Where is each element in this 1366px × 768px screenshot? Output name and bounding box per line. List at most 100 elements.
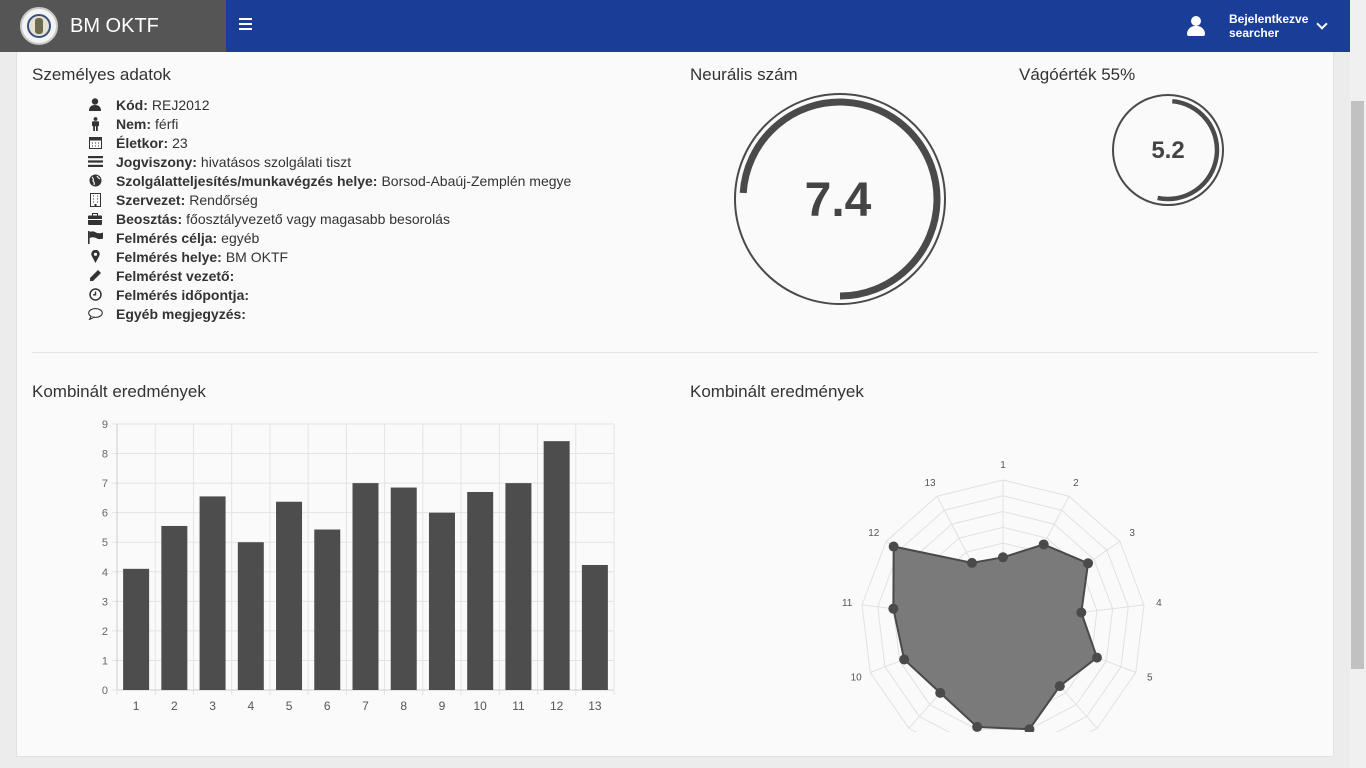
y-tick-label: 4: [102, 567, 108, 579]
bar[interactable]: [543, 441, 570, 690]
list-item: Felmérés időpontja:: [87, 285, 571, 304]
x-tick-label: 10: [474, 699, 488, 713]
user-icon: [1186, 16, 1206, 36]
radar-axis-label: 2: [1073, 478, 1079, 489]
bar[interactable]: [276, 501, 303, 690]
bar[interactable]: [581, 564, 608, 690]
globe-icon: [87, 174, 103, 188]
brand[interactable]: BM OKTF: [0, 0, 226, 52]
scrollbar-thumb[interactable]: [1351, 101, 1364, 669]
x-tick-label: 12: [550, 699, 564, 713]
radar-chart: 12345678910111213: [842, 460, 1162, 732]
personal-data-title: Személyes adatok: [32, 65, 171, 84]
y-tick-label: 6: [102, 508, 108, 520]
bar[interactable]: [237, 542, 264, 690]
radar-point[interactable]: [1076, 607, 1087, 618]
bar[interactable]: [505, 483, 532, 690]
x-tick-label: 13: [588, 699, 602, 713]
bar[interactable]: [123, 568, 150, 690]
radar-chart-title: Kombinált eredmények: [690, 382, 864, 401]
bar[interactable]: [352, 483, 379, 690]
list-item: Nem: férfi: [87, 114, 571, 133]
menu-toggle-icon[interactable]: [239, 18, 252, 32]
bar[interactable]: [467, 491, 494, 690]
y-tick-label: 3: [102, 596, 108, 608]
radar-point[interactable]: [1083, 558, 1094, 569]
list-item: Jogviszony: hivatásos szolgálati tiszt: [87, 152, 571, 171]
radar-point[interactable]: [935, 687, 946, 698]
y-tick-label: 9: [102, 419, 108, 431]
building-icon: [87, 192, 103, 207]
cutoff-gauge: 5.2: [1112, 94, 1224, 206]
x-tick-label: 1: [133, 699, 140, 713]
x-tick-label: 6: [324, 699, 331, 713]
scrollbar[interactable]: [1350, 0, 1366, 768]
radar-point[interactable]: [1091, 652, 1102, 663]
x-tick-label: 8: [400, 699, 407, 713]
radar-axis-label: 5: [1147, 673, 1153, 684]
cutoff-title: Vágóérték 55%: [1019, 65, 1136, 84]
user-menu[interactable]: Bejelentkezve searcher: [1186, 8, 1336, 44]
pencil-icon: [87, 269, 103, 283]
x-tick-label: 3: [209, 699, 216, 713]
personal-data-list: Kód: REJ2012 Nem: férfi Életkor: 23 Jogvisz…: [87, 95, 571, 323]
radar-point[interactable]: [899, 654, 910, 665]
app-title: BM OKTF: [70, 14, 159, 37]
radar-axis-label: 11: [842, 598, 853, 609]
neural-number-gauge: 7.4: [734, 93, 946, 305]
list-item: Kód: REJ2012: [87, 95, 571, 114]
logo: [20, 7, 58, 45]
y-tick-label: 0: [102, 685, 108, 697]
clock-icon: [87, 288, 103, 302]
radar-point[interactable]: [972, 721, 983, 732]
list-item: Felmérés helye: BM OKTF: [87, 247, 571, 266]
radar-axis-label: 13: [924, 478, 936, 489]
section-divider: [32, 352, 1318, 353]
map-marker-icon: [87, 250, 103, 264]
radar-axis-label: 3: [1129, 528, 1135, 539]
bar[interactable]: [161, 525, 188, 690]
radar-point[interactable]: [966, 557, 977, 568]
y-tick-label: 8: [102, 449, 108, 461]
user-info: Bejelentkezve searcher: [1229, 12, 1308, 40]
y-tick-label: 1: [102, 655, 108, 667]
user-icon: [87, 98, 103, 112]
radar-axis-label: 10: [851, 673, 863, 684]
bar[interactable]: [428, 512, 455, 690]
main-panel: Személyes adatok Kód: REJ2012 Nem: férfi É…: [16, 52, 1334, 757]
list-item: Felmérés célja: egyéb: [87, 228, 571, 247]
bar-chart: 01234567891 2 3 4 5 6 7 8 9 10 11 12 13: [102, 419, 615, 713]
radar-point[interactable]: [888, 541, 899, 552]
x-tick-label: 2: [171, 699, 178, 713]
bar-chart-title: Kombinált eredmények: [32, 382, 206, 401]
briefcase-icon: [87, 212, 103, 226]
radar-point[interactable]: [998, 552, 1008, 563]
x-tick-label: 9: [439, 699, 446, 713]
male-icon: [87, 116, 103, 131]
calendar-icon: [87, 136, 103, 150]
x-tick-label: 4: [247, 699, 254, 713]
bar[interactable]: [390, 487, 417, 690]
list-item: Egyéb megjegyzés:: [87, 304, 571, 323]
neural-number-title: Neurális szám: [690, 65, 798, 84]
radar-point[interactable]: [1038, 539, 1049, 550]
y-tick-label: 7: [102, 478, 108, 490]
radar-axis-label: 12: [868, 528, 880, 539]
comment-icon: [87, 307, 103, 321]
logged-in-label: Bejelentkezve: [1229, 12, 1309, 26]
radar-point[interactable]: [888, 603, 899, 614]
radar-axis-label: 1: [1000, 460, 1006, 471]
x-tick-label: 7: [362, 699, 369, 713]
list-item: Felmérést vezető:: [87, 266, 571, 285]
list-item: Szolgálatteljesítés/munkavégzés helye: Bo…: [87, 171, 571, 190]
radar-area: [892, 543, 1099, 731]
list-item: Életkor: 23: [87, 133, 571, 152]
bar[interactable]: [314, 529, 341, 690]
radar-point[interactable]: [1054, 681, 1065, 692]
list-item: Szervezet: Rendőrség: [87, 190, 571, 209]
bar[interactable]: [199, 496, 226, 690]
cutoff-value: 5.2: [1151, 137, 1184, 164]
chevron-down-icon: [1316, 18, 1328, 30]
radar-axis-label: 4: [1156, 598, 1162, 609]
x-tick-label: 11: [512, 699, 525, 713]
